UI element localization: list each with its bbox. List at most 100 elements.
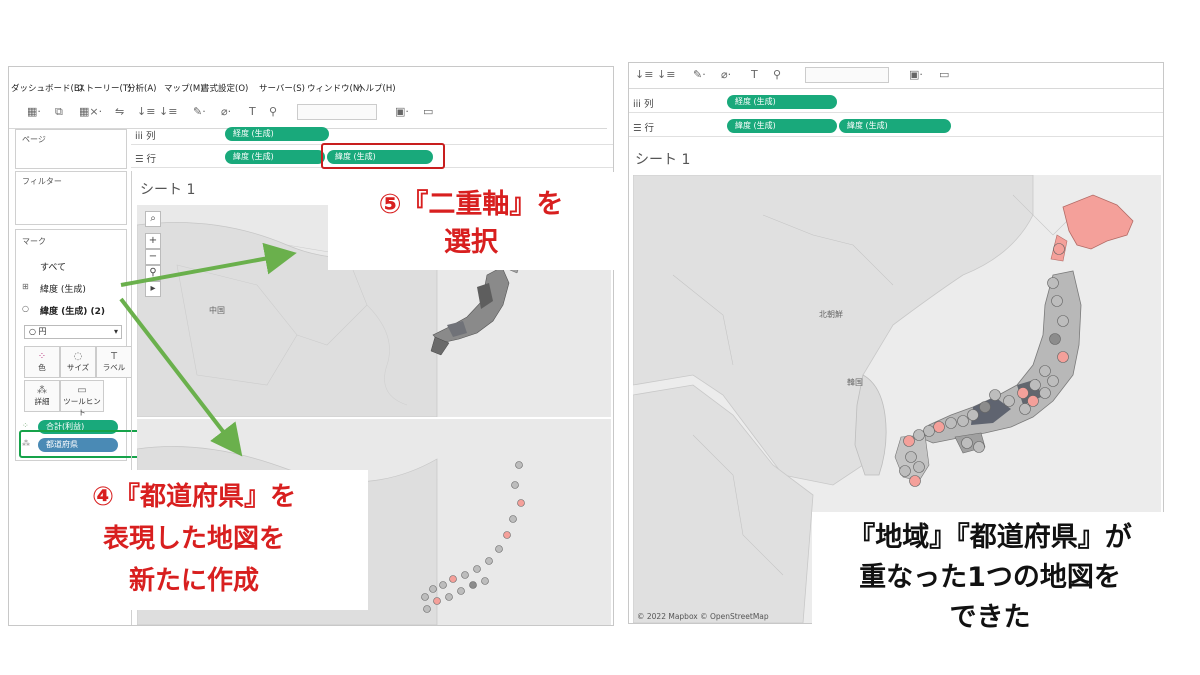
lower-prefecture-dot-12[interactable] bbox=[421, 593, 429, 601]
sort-desc-icon[interactable]: ↓≡ bbox=[159, 105, 177, 118]
lower-prefecture-dot-7[interactable] bbox=[473, 565, 481, 573]
right-prefecture-dot-27[interactable] bbox=[1039, 387, 1051, 399]
zoom-in-icon[interactable]: + bbox=[145, 233, 161, 249]
expand-icon[interactable]: ▸ bbox=[145, 281, 161, 297]
lower-prefecture-dot-9[interactable] bbox=[449, 575, 457, 583]
right-show-cards-icon[interactable]: ▣· bbox=[909, 68, 923, 81]
label-button[interactable]: T ラベル bbox=[96, 346, 132, 378]
lower-prefecture-dot-1[interactable] bbox=[511, 481, 519, 489]
pin-icon[interactable]: ⚲ bbox=[269, 105, 277, 118]
right-prefecture-dot-17[interactable] bbox=[923, 425, 935, 437]
right-prefecture-dot-25[interactable] bbox=[973, 441, 985, 453]
right-pin-icon[interactable]: ⚲ bbox=[773, 68, 781, 81]
tooltip-button[interactable]: ▭ ツールヒント bbox=[60, 380, 104, 417]
right-prefecture-dot-14[interactable] bbox=[957, 415, 969, 427]
menu-analysis[interactable]: 分析(A) bbox=[127, 82, 156, 94]
right-prefecture-dot-23[interactable] bbox=[909, 475, 921, 487]
sort-asc-icon[interactable]: ↓≡ bbox=[137, 105, 155, 118]
right-prefecture-dot-0[interactable] bbox=[1053, 243, 1065, 255]
marks-lat1[interactable]: 緯度 (生成) bbox=[40, 282, 86, 295]
right-rows-latitude-pill-2[interactable]: 緯度 (生成) bbox=[839, 119, 951, 133]
clip-icon[interactable]: ⌀· bbox=[221, 105, 231, 118]
rows-shelf-label: ☰ 行 bbox=[135, 151, 156, 165]
right-rows-latitude-pill-1[interactable]: 緯度 (生成) bbox=[727, 119, 837, 133]
right-columns-longitude-pill[interactable]: 経度 (生成) bbox=[727, 95, 837, 109]
new-sheet-icon[interactable]: ▦· bbox=[27, 105, 41, 118]
right-prefecture-dot-7[interactable] bbox=[1047, 375, 1059, 387]
swap-icon[interactable]: ⇋ bbox=[115, 105, 124, 118]
lower-prefecture-dot-16[interactable] bbox=[469, 581, 477, 589]
menu-story[interactable]: ストーリー(T) bbox=[77, 82, 131, 94]
marks-lat2[interactable]: 緯度 (生成) (2) bbox=[40, 304, 105, 317]
lower-prefecture-dot-18[interactable] bbox=[423, 605, 431, 613]
pin-map-icon[interactable]: ⚲ bbox=[145, 265, 161, 281]
rows-latitude-pill-1[interactable]: 緯度 (生成) bbox=[225, 150, 325, 164]
detail-button[interactable]: ⁂ 詳細 bbox=[24, 380, 60, 412]
menu-window[interactable]: ウィンドウ(N) bbox=[307, 82, 363, 94]
presentation-icon[interactable]: ▭ bbox=[423, 105, 433, 118]
right-prefecture-dot-22[interactable] bbox=[899, 465, 911, 477]
lower-prefecture-dot-3[interactable] bbox=[509, 515, 517, 523]
fit-select[interactable] bbox=[297, 104, 377, 120]
right-clip-icon[interactable]: ⌀· bbox=[721, 68, 731, 81]
right-prefecture-dot-10[interactable] bbox=[1003, 395, 1015, 407]
columns-longitude-pill[interactable]: 経度 (生成) bbox=[225, 127, 329, 141]
right-prefecture-dot-3[interactable] bbox=[1057, 315, 1069, 327]
color-button[interactable]: ⁘ 色 bbox=[24, 346, 60, 378]
menu-map[interactable]: マップ(M) bbox=[164, 82, 203, 94]
right-prefecture-dot-11[interactable] bbox=[989, 389, 1001, 401]
right-prefecture-dot-24[interactable] bbox=[961, 437, 973, 449]
size-button[interactable]: ◌ サイズ bbox=[60, 346, 96, 378]
right-sort-asc-icon[interactable]: ↓≡ bbox=[635, 68, 653, 81]
menu-format[interactable]: 書式設定(O) bbox=[201, 82, 248, 94]
lower-prefecture-dot-6[interactable] bbox=[485, 557, 493, 565]
right-prefecture-dot-21[interactable] bbox=[913, 461, 925, 473]
right-presentation-icon[interactable]: ▭ bbox=[939, 68, 949, 81]
right-prefecture-dot-28[interactable] bbox=[1019, 403, 1031, 415]
search-icon[interactable]: ⌕ bbox=[145, 211, 161, 227]
right-prefecture-dot-13[interactable] bbox=[967, 409, 979, 421]
highlight-icon[interactable]: ✎· bbox=[193, 105, 206, 118]
right-prefecture-dot-6[interactable] bbox=[1039, 365, 1051, 377]
duplicate-icon[interactable]: ⧉ bbox=[55, 105, 63, 119]
right-prefecture-dot-12[interactable] bbox=[979, 401, 991, 413]
menu-server[interactable]: サーバー(S) bbox=[259, 82, 305, 94]
right-fit-select[interactable] bbox=[805, 67, 889, 83]
text-icon[interactable]: T bbox=[249, 105, 256, 118]
right-text-icon[interactable]: T bbox=[751, 68, 758, 81]
lower-prefecture-dot-4[interactable] bbox=[503, 531, 511, 539]
mark-type-select[interactable]: ○ 円 ▾ bbox=[24, 325, 122, 339]
right-prefecture-dot-20[interactable] bbox=[905, 451, 917, 463]
lower-prefecture-dot-17[interactable] bbox=[481, 577, 489, 585]
right-prefecture-dot-16[interactable] bbox=[933, 421, 945, 433]
lower-prefecture-dot-0[interactable] bbox=[515, 461, 523, 469]
lower-prefecture-dot-8[interactable] bbox=[461, 571, 469, 579]
right-prefecture-dot-2[interactable] bbox=[1051, 295, 1063, 307]
right-prefecture-dot-9[interactable] bbox=[1017, 387, 1029, 399]
lower-prefecture-dot-2[interactable] bbox=[517, 499, 525, 507]
right-prefecture-dot-19[interactable] bbox=[903, 435, 915, 447]
lower-prefecture-dot-5[interactable] bbox=[495, 545, 503, 553]
right-prefecture-dot-8[interactable] bbox=[1029, 379, 1041, 391]
lower-prefecture-dot-14[interactable] bbox=[445, 593, 453, 601]
right-prefecture-dot-5[interactable] bbox=[1057, 351, 1069, 363]
right-prefecture-dot-26[interactable] bbox=[1027, 395, 1039, 407]
tooltip-label: ツールヒント bbox=[63, 397, 101, 417]
menu-help[interactable]: ヘルプ(H) bbox=[357, 82, 396, 94]
menu-dashboard[interactable]: ダッシュボード(B) bbox=[11, 82, 83, 94]
lower-prefecture-dot-13[interactable] bbox=[433, 597, 441, 605]
lower-prefecture-dot-10[interactable] bbox=[439, 581, 447, 589]
right-prefecture-dot-4[interactable] bbox=[1049, 333, 1061, 345]
right-prefecture-dot-1[interactable] bbox=[1047, 277, 1059, 289]
zoom-out-icon[interactable]: − bbox=[145, 249, 161, 265]
right-prefecture-dot-18[interactable] bbox=[913, 429, 925, 441]
right-sort-desc-icon[interactable]: ↓≡ bbox=[657, 68, 675, 81]
right-prefecture-dot-15[interactable] bbox=[945, 417, 957, 429]
right-columns-shelf-label: iii 列 bbox=[633, 96, 653, 110]
clear-icon[interactable]: ▦×· bbox=[79, 105, 102, 118]
right-highlight-icon[interactable]: ✎· bbox=[693, 68, 706, 81]
show-cards-icon[interactable]: ▣· bbox=[395, 105, 409, 118]
lower-prefecture-dot-15[interactable] bbox=[457, 587, 465, 595]
marks-all[interactable]: すべて bbox=[40, 260, 66, 273]
lower-prefecture-dot-11[interactable] bbox=[429, 585, 437, 593]
